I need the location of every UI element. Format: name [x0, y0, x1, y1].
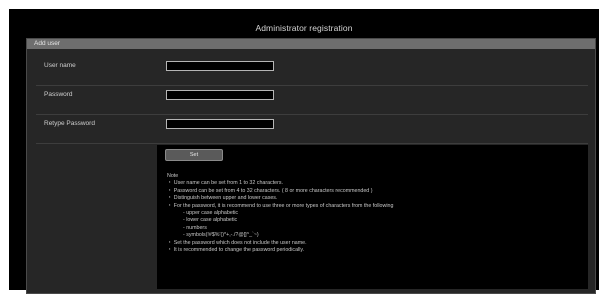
main-frame: Administrator registration Add user User…	[9, 9, 599, 294]
note-subline: - symbols(!#$%'()*+,-./?@[]^_`~)	[183, 232, 259, 239]
notes-heading: Note	[167, 173, 179, 179]
retype-password-row: Retype Password	[27, 110, 595, 138]
note-line: ・ For the password, it is recommend to u…	[167, 202, 394, 209]
user-name-input[interactable]	[166, 61, 274, 71]
user-name-row: User name	[27, 52, 595, 80]
page-title: Administrator registration	[255, 23, 353, 33]
user-name-label: User name	[44, 62, 76, 69]
add-user-panel: Add user User name Password Retype Passw…	[26, 38, 596, 294]
set-button[interactable]: Set	[165, 149, 223, 161]
note-line: ・ It is recommended to change the passwo…	[167, 247, 305, 254]
note-subline: - numbers	[183, 224, 207, 231]
password-row: Password	[27, 81, 595, 109]
note-line: ・ Set the password which does not includ…	[167, 239, 307, 246]
note-line: ・ Password can be set from 4 to 32 chara…	[167, 187, 373, 194]
retype-password-input[interactable]	[166, 119, 274, 129]
divider	[36, 143, 588, 144]
note-subline: - lower case alphabetic	[183, 217, 238, 224]
action-area: Set Note ・ User name can be set from 1 t…	[157, 145, 588, 289]
password-label: Password	[44, 91, 73, 98]
panel-header: Add user	[27, 39, 595, 49]
retype-password-label: Retype Password	[44, 120, 95, 127]
note-subline: - upper case alphabetic	[183, 210, 239, 217]
note-line: ・ User name can be set from 1 to 32 char…	[167, 180, 283, 187]
note-line: ・ Distinguish between upper and lower ca…	[167, 195, 278, 202]
password-input[interactable]	[166, 90, 274, 100]
notes-section: Note ・ User name can be set from 1 to 32…	[167, 173, 393, 254]
